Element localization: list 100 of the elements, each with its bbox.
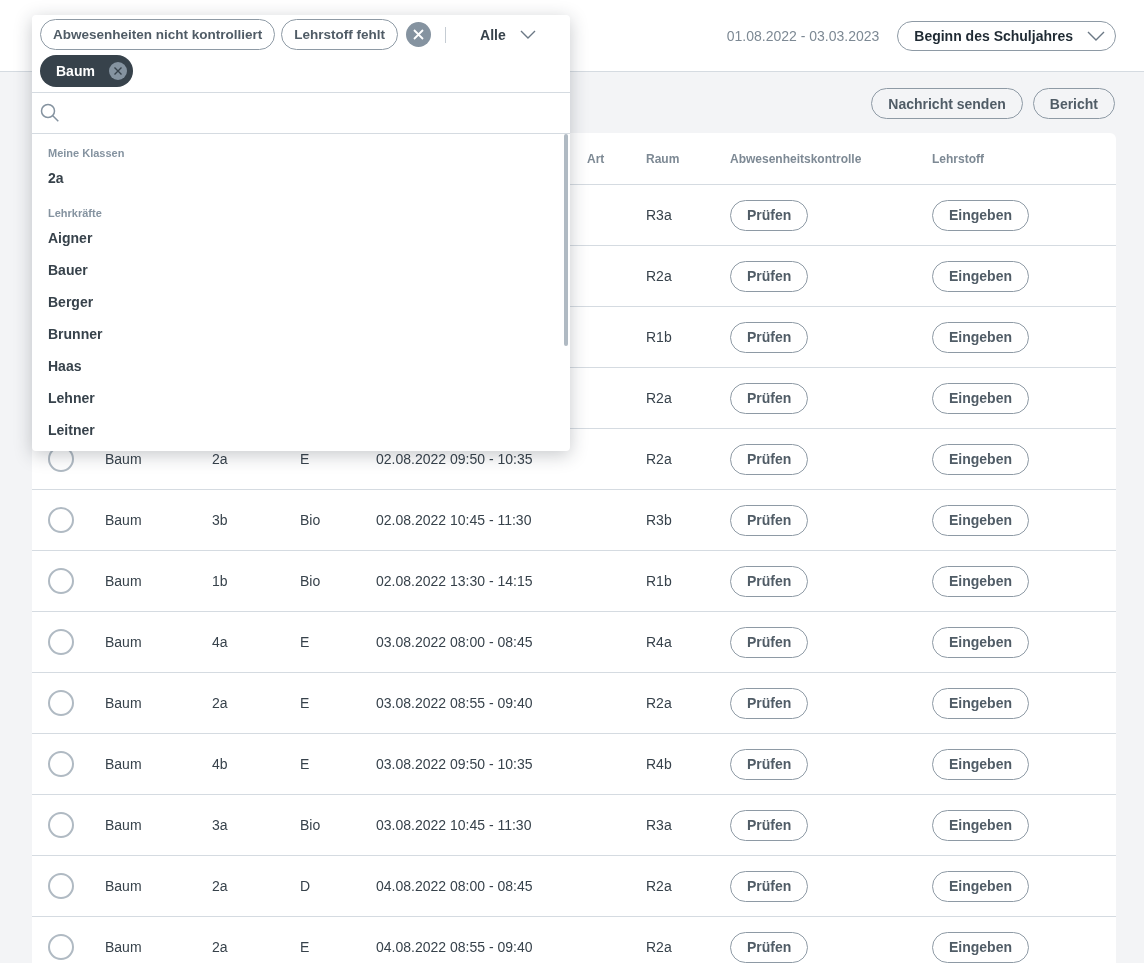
list-item[interactable]: Haas bbox=[48, 350, 554, 382]
table-cell-text: Bio bbox=[300, 512, 322, 528]
selected-tag[interactable]: Baum bbox=[40, 55, 133, 87]
scrollbar[interactable] bbox=[564, 134, 568, 346]
check-button[interactable]: Prüfen bbox=[730, 321, 809, 353]
enter-button[interactable]: Eingeben bbox=[932, 443, 1029, 475]
column-header: Raum bbox=[646, 151, 681, 166]
column-header: Lehrstoff bbox=[932, 151, 985, 166]
table-cell-text: R2a bbox=[646, 451, 673, 467]
table-cell-text: Bio bbox=[300, 817, 322, 833]
table-cell-text: 4a bbox=[212, 634, 229, 650]
table-cell-text: 2a bbox=[212, 939, 229, 955]
enter-button[interactable]: Eingeben bbox=[932, 260, 1029, 292]
period-select[interactable]: Beginn des Schuljahres bbox=[897, 20, 1116, 51]
enter-button[interactable]: Eingeben bbox=[932, 870, 1029, 902]
check-button[interactable]: Prüfen bbox=[730, 931, 809, 963]
table-cell-text: R4b bbox=[646, 756, 673, 772]
table-cell-text: Baum bbox=[105, 756, 143, 772]
table-cell-text: R2a bbox=[646, 939, 673, 955]
filter-chip[interactable]: Abwesenheiten nicht kontrolliert bbox=[40, 19, 276, 50]
row-radio[interactable] bbox=[48, 751, 74, 777]
table-cell-text: R2a bbox=[646, 390, 673, 406]
column-header: Art bbox=[587, 151, 606, 166]
check-button[interactable]: Prüfen bbox=[730, 809, 809, 841]
table-cell-text: 02.08.2022 09:50 - 10:35 bbox=[376, 451, 534, 467]
row-radio[interactable] bbox=[48, 873, 74, 899]
table-cell-text: 3a bbox=[212, 817, 229, 833]
table-cell-text: E bbox=[300, 451, 311, 467]
column-header: Abwesenheitskontrolle bbox=[730, 151, 863, 166]
enter-button[interactable]: Eingeben bbox=[932, 504, 1029, 536]
chevron-down-icon bbox=[519, 30, 536, 39]
enter-button[interactable]: Eingeben bbox=[932, 931, 1029, 963]
table-cell-text: 03.08.2022 08:55 - 09:40 bbox=[376, 695, 534, 711]
table-cell-text: E bbox=[300, 756, 311, 772]
check-button[interactable]: Prüfen bbox=[730, 260, 809, 292]
table-cell-text: Baum bbox=[105, 878, 143, 894]
remove-icon[interactable] bbox=[108, 62, 127, 80]
check-button[interactable]: Prüfen bbox=[730, 687, 809, 719]
check-button[interactable]: Prüfen bbox=[730, 443, 809, 475]
check-button[interactable]: Prüfen bbox=[730, 565, 809, 597]
row-radio[interactable] bbox=[48, 629, 74, 655]
check-button[interactable]: Prüfen bbox=[730, 870, 809, 902]
table-cell-text: 4b bbox=[212, 756, 229, 772]
table-cell-text: E bbox=[300, 695, 311, 711]
row-radio[interactable] bbox=[48, 568, 74, 594]
list-item[interactable]: Berger bbox=[48, 286, 554, 318]
chevron-down-icon bbox=[1087, 30, 1105, 41]
table-cell-text: 02.08.2022 10:45 - 11:30 bbox=[376, 512, 533, 528]
table-cell-text: Baum bbox=[105, 573, 143, 589]
list-item[interactable]: Aigner bbox=[48, 222, 554, 254]
table-cell-text: 2a bbox=[212, 878, 229, 894]
table-cell-text: 04.08.2022 08:55 - 09:40 bbox=[376, 939, 534, 955]
table-cell-text: 2a bbox=[212, 451, 229, 467]
table-cell-text: R2a bbox=[646, 878, 673, 894]
list-item[interactable]: Brunner bbox=[48, 318, 554, 350]
table-cell-text: R3a bbox=[646, 207, 673, 223]
enter-button[interactable]: Eingeben bbox=[932, 626, 1029, 658]
enter-button[interactable]: Eingeben bbox=[932, 687, 1029, 719]
scope-select[interactable]: Alle bbox=[474, 25, 542, 44]
group-heading: Meine Klassen bbox=[48, 146, 126, 160]
list-item[interactable]: Leitner bbox=[48, 414, 554, 446]
check-button[interactable]: Prüfen bbox=[730, 626, 809, 658]
list-item[interactable]: Bauer bbox=[48, 254, 554, 286]
filter-chip[interactable]: Lehrstoff fehlt bbox=[281, 19, 399, 50]
table-cell-text: Baum bbox=[105, 512, 143, 528]
check-button[interactable]: Prüfen bbox=[730, 504, 809, 536]
enter-button[interactable]: Eingeben bbox=[932, 321, 1029, 353]
enter-button[interactable]: Eingeben bbox=[932, 565, 1029, 597]
date-range: 01.08.2022 - 03.03.2023 bbox=[726, 27, 880, 44]
table-cell-text: 04.08.2022 08:00 - 08:45 bbox=[376, 878, 534, 894]
table-cell-text: 1b bbox=[212, 573, 229, 589]
enter-button[interactable]: Eingeben bbox=[932, 382, 1029, 414]
table-cell-text: 02.08.2022 13:30 - 14:15 bbox=[376, 573, 534, 589]
row-radio[interactable] bbox=[48, 934, 74, 960]
table-cell-text: R3a bbox=[646, 817, 673, 833]
group-heading: Lehrkräfte bbox=[48, 206, 103, 220]
table-cell-text: Bio bbox=[300, 573, 322, 589]
list-item[interactable]: Lehner bbox=[48, 382, 554, 414]
table-cell-text: E bbox=[300, 939, 311, 955]
table-cell-text: E bbox=[300, 634, 311, 650]
clear-icon[interactable] bbox=[406, 22, 432, 47]
list-item[interactable]: 2a bbox=[48, 162, 554, 194]
table-cell-text: 3b bbox=[212, 512, 229, 528]
table-cell-text: D bbox=[300, 878, 312, 894]
row-radio[interactable] bbox=[48, 507, 74, 533]
tag-label: Baum bbox=[56, 63, 95, 79]
search-icon bbox=[40, 103, 60, 123]
enter-button[interactable]: Eingeben bbox=[932, 748, 1029, 780]
table-cell-text: R1b bbox=[646, 573, 673, 589]
check-button[interactable]: Prüfen bbox=[730, 199, 809, 231]
table-cell-text: 03.08.2022 08:00 - 08:45 bbox=[376, 634, 534, 650]
enter-button[interactable]: Eingeben bbox=[932, 199, 1029, 231]
table-cell-text: Baum bbox=[105, 817, 143, 833]
table-cell-text: 03.08.2022 09:50 - 10:35 bbox=[376, 756, 534, 772]
row-radio[interactable] bbox=[48, 690, 74, 716]
enter-button[interactable]: Eingeben bbox=[932, 809, 1029, 841]
check-button[interactable]: Prüfen bbox=[730, 748, 809, 780]
check-button[interactable]: Prüfen bbox=[730, 382, 809, 414]
table-cell-text: R2a bbox=[646, 268, 673, 284]
row-radio[interactable] bbox=[48, 812, 74, 838]
